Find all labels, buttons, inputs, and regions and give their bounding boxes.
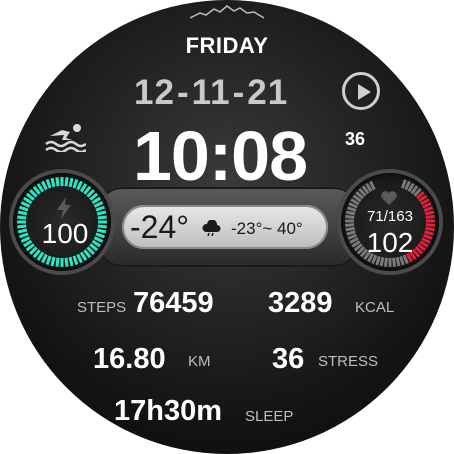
- ring-segment: [17, 210, 28, 216]
- ring-segment: [345, 226, 355, 232]
- mountain-icon: [190, 5, 264, 19]
- date-month: 11: [191, 73, 231, 112]
- ring-segment: [55, 177, 60, 187]
- ring-segment: [68, 256, 74, 267]
- ring-segment: [97, 215, 107, 220]
- heart-icon: [381, 191, 397, 205]
- ring-segment: [425, 214, 435, 220]
- kcal-value: 3289: [268, 287, 333, 319]
- ring-segment: [424, 210, 435, 216]
- ring-segment: [36, 251, 45, 261]
- cloud-icon: [202, 220, 221, 236]
- ring-segment: [50, 177, 56, 188]
- ring-segment: [425, 226, 435, 232]
- seconds-display: 36: [345, 129, 366, 149]
- ring-segment: [20, 236, 31, 243]
- heart-rate-value: 102: [366, 227, 414, 258]
- ring-segment: [97, 224, 107, 229]
- date-day: 12: [134, 73, 175, 112]
- ring-segment: [345, 214, 355, 220]
- ring-segment: [41, 253, 48, 264]
- ring-segment: [64, 177, 69, 187]
- ring-segment: [64, 257, 69, 267]
- ring-segment: [384, 257, 388, 267]
- sleep-value: 17h30m: [114, 395, 223, 427]
- ring-segment: [95, 232, 105, 239]
- ring-segment: [392, 257, 396, 267]
- stress-value: 36: [272, 343, 305, 375]
- current-temperature: -24°: [130, 209, 190, 245]
- bolt-icon: [57, 197, 71, 219]
- watch-face: FRIDAY 12-11-21 10:08 36 100 -24° -23°~ …: [0, 0, 454, 454]
- ring-segment: [23, 196, 33, 205]
- steps-label: STEPS: [77, 299, 127, 316]
- swim-icon: [45, 124, 86, 152]
- play-icon[interactable]: [342, 72, 380, 110]
- ring-segment: [72, 179, 79, 189]
- ring-segment: [96, 228, 107, 234]
- ring-segment: [19, 232, 29, 239]
- temperature-range: -23°~ 40°: [231, 219, 303, 238]
- ring-segment: [422, 233, 433, 240]
- date-separator: -: [232, 73, 246, 112]
- ring-segment: [423, 206, 434, 212]
- ring-segment: [93, 201, 104, 208]
- ring-segment: [72, 255, 79, 265]
- distance-label: KM: [188, 353, 211, 370]
- steps-value: 76459: [133, 287, 214, 319]
- day-of-week: FRIDAY: [185, 33, 269, 58]
- ring-segment: [68, 177, 74, 188]
- ring-segment: [96, 210, 107, 216]
- ring-segment: [91, 196, 101, 205]
- date-year: 21: [247, 73, 289, 112]
- distance-value: 16.80: [93, 343, 166, 375]
- ring-segment: [45, 255, 52, 265]
- ring-segment: [45, 179, 52, 189]
- battery-value: 100: [41, 218, 89, 249]
- ring-segment: [76, 253, 83, 264]
- ring-segment: [23, 239, 33, 248]
- date-display: 12-11-21: [134, 73, 288, 113]
- ring-segment: [345, 210, 356, 216]
- ring-segment: [17, 228, 28, 234]
- ring-segment: [425, 223, 435, 227]
- ring-segment: [400, 179, 407, 189]
- ring-segment: [76, 180, 83, 191]
- ring-segment: [17, 215, 27, 220]
- date-separator: -: [176, 73, 190, 112]
- ring-segment: [346, 230, 356, 236]
- ring-segment: [20, 201, 31, 208]
- ring-segment: [19, 205, 29, 212]
- kcal-label: KCAL: [355, 299, 395, 316]
- ring-segment: [95, 205, 105, 212]
- sleep-label: SLEEP: [245, 408, 294, 425]
- time-display: 10:08: [133, 117, 308, 195]
- ring-segment: [346, 206, 357, 212]
- ring-segment: [50, 256, 56, 267]
- ring-segment: [36, 183, 45, 193]
- ring-segment: [41, 180, 48, 191]
- stress-label: STRESS: [318, 353, 379, 370]
- heart-rate-range: 71/163: [367, 208, 413, 225]
- ring-segment: [55, 257, 60, 267]
- ring-segment: [17, 224, 27, 229]
- ring-segment: [345, 223, 355, 227]
- ring-segment: [424, 230, 434, 236]
- ring-segment: [79, 251, 88, 261]
- ring-segment: [79, 183, 88, 193]
